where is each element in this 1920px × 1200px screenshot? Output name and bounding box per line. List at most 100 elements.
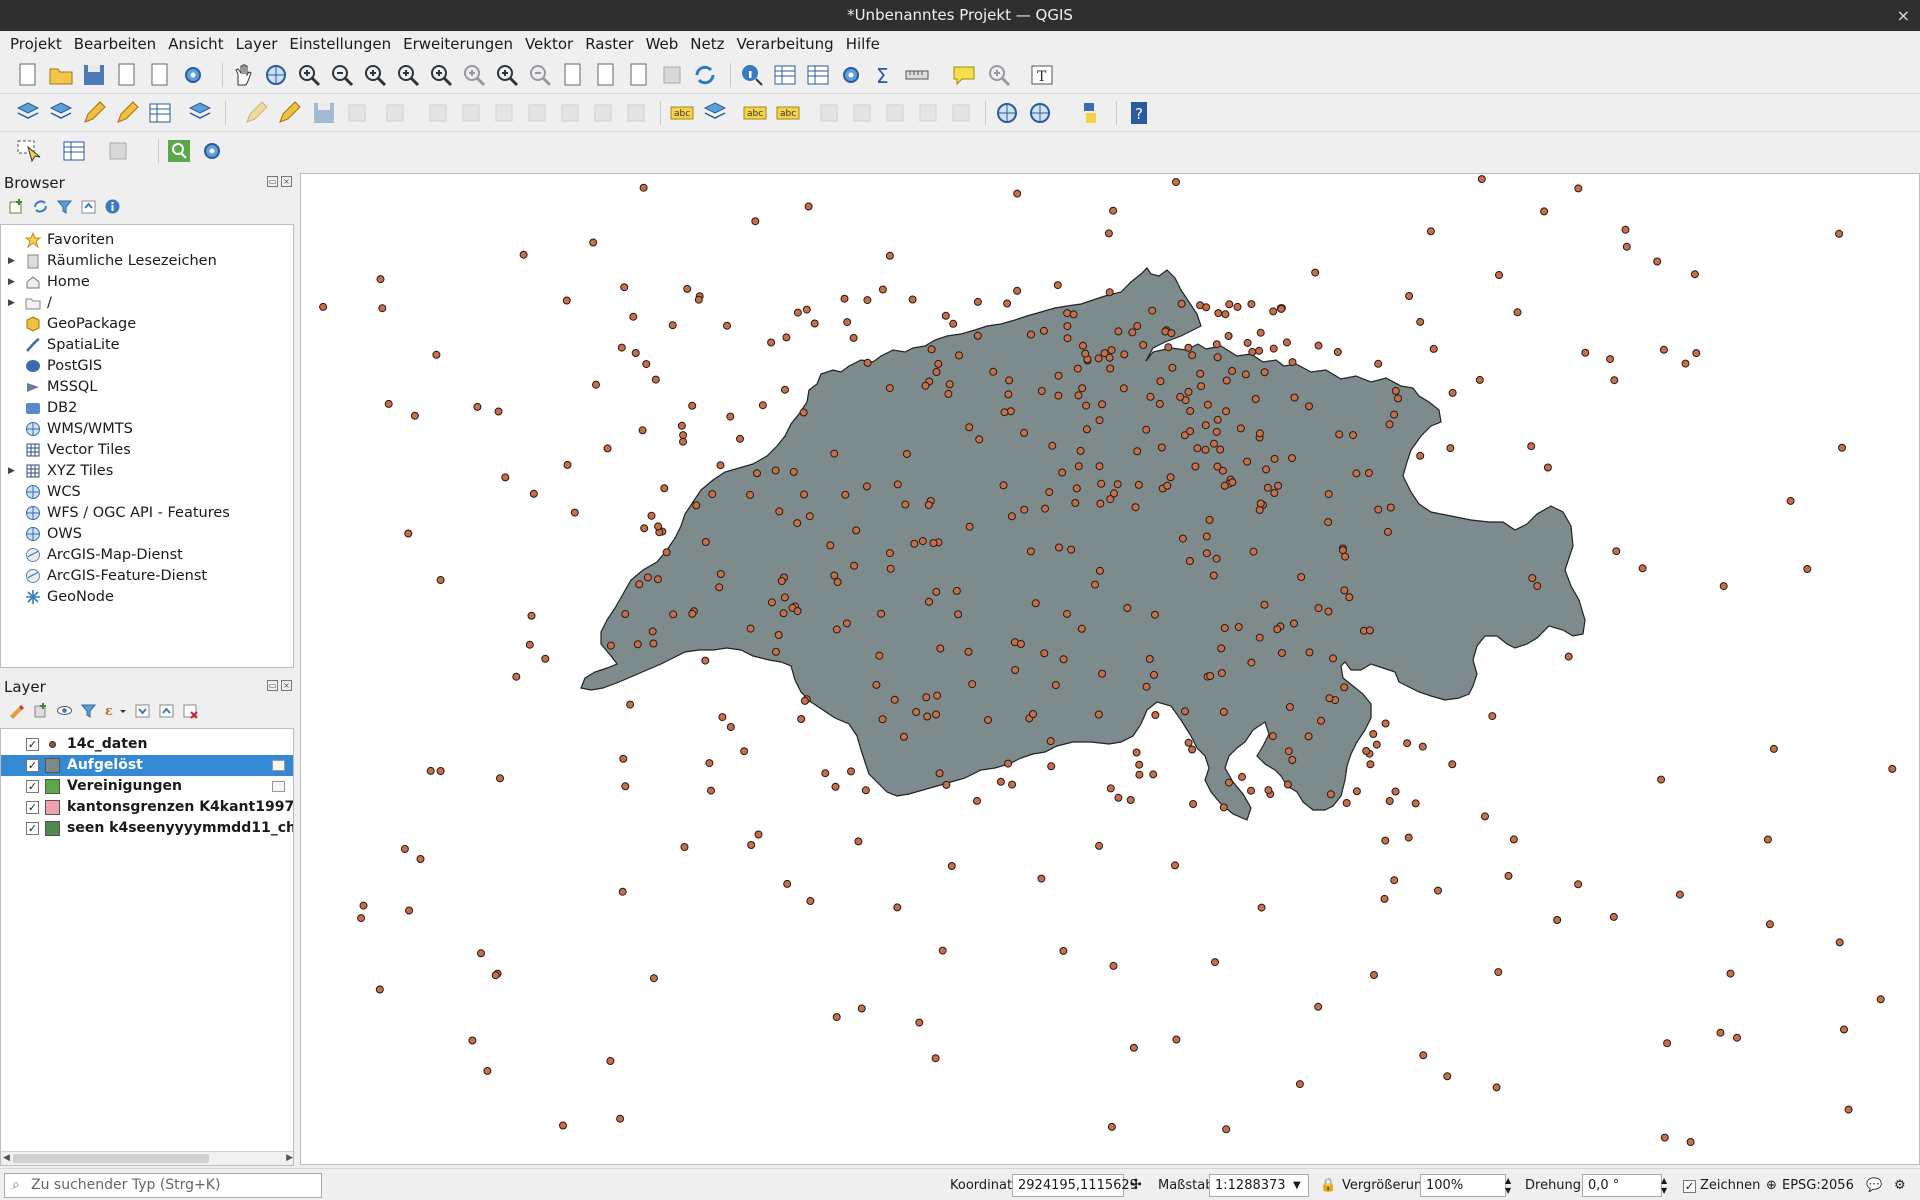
zoom-out-icon[interactable] bbox=[328, 61, 356, 89]
pin-labels-icon[interactable] bbox=[815, 99, 843, 127]
toggle-editing-icon[interactable] bbox=[275, 99, 303, 127]
log-icon[interactable]: ⚙ bbox=[1894, 1175, 1906, 1196]
zoom-native-icon[interactable] bbox=[460, 61, 488, 89]
zoom-to-layer-icon[interactable] bbox=[427, 61, 455, 89]
browser-item[interactable]: Vector Tiles bbox=[1, 439, 293, 460]
zoom-next-icon[interactable] bbox=[526, 61, 554, 89]
open-project-icon[interactable] bbox=[47, 61, 75, 89]
layer-item[interactable]: ✓ 14c_daten bbox=[1, 734, 293, 755]
properties-info-icon[interactable] bbox=[104, 198, 121, 215]
render-checkbox[interactable]: ✓ bbox=[1683, 1180, 1696, 1193]
remove-layer-icon[interactable] bbox=[182, 702, 199, 719]
select-by-value-icon[interactable] bbox=[60, 137, 88, 165]
crs-globe-icon[interactable]: ⊕ bbox=[1766, 1175, 1777, 1196]
move-label-icon[interactable] bbox=[881, 99, 909, 127]
metasearch-add-icon[interactable] bbox=[1026, 99, 1054, 127]
collapse-all-icon[interactable] bbox=[158, 702, 175, 719]
processing-toolbox-icon[interactable] bbox=[837, 61, 865, 89]
undo-icon[interactable] bbox=[589, 99, 617, 127]
python-console-icon[interactable] bbox=[1076, 99, 1104, 127]
browser-item[interactable]: ▶ Home bbox=[1, 271, 293, 292]
map-svg[interactable] bbox=[301, 174, 1920, 1165]
delete-selected-icon[interactable] bbox=[457, 99, 485, 127]
browser-item[interactable]: GeoNode bbox=[1, 586, 293, 607]
style-panel-icon[interactable] bbox=[8, 702, 25, 719]
identify-features-icon[interactable] bbox=[738, 61, 766, 89]
layer-visibility-checkbox[interactable]: ✓ bbox=[26, 822, 39, 835]
float-panel-icon[interactable]: ▭ bbox=[267, 176, 278, 187]
add-group-icon[interactable] bbox=[32, 702, 49, 719]
deselect-features-icon[interactable] bbox=[104, 137, 132, 165]
menu-4[interactable]: Layer bbox=[230, 35, 284, 53]
menu-10[interactable]: Netz bbox=[684, 35, 730, 53]
layout-manager-icon[interactable] bbox=[146, 61, 174, 89]
spin-arrows-icon[interactable]: ▲ ▼ bbox=[1505, 1176, 1511, 1197]
add-feature-icon[interactable] bbox=[343, 99, 371, 127]
magnifier-spinbox[interactable]: 100% bbox=[1420, 1174, 1506, 1197]
temporary-layer-indicator-icon[interactable] bbox=[272, 760, 285, 771]
style-manager-icon[interactable] bbox=[179, 61, 207, 89]
measure-line-icon[interactable] bbox=[903, 61, 931, 89]
menu-2[interactable]: Bearbeiten bbox=[68, 35, 162, 53]
layer-item[interactable]: ✓ seen k4seenyyyymmdd11_ch2007 bbox=[1, 818, 293, 839]
coordinate-field[interactable]: 2924195,1115629 bbox=[1012, 1174, 1138, 1197]
menu-9[interactable]: Web bbox=[640, 35, 685, 53]
close-panel-icon[interactable]: × bbox=[281, 176, 292, 187]
filter-expression-icon[interactable]: ε bbox=[104, 702, 126, 719]
browser-item[interactable]: SpatiaLite bbox=[1, 334, 293, 355]
menu-5[interactable]: Einstellungen bbox=[283, 35, 397, 53]
temporal-controller-icon[interactable] bbox=[658, 61, 686, 89]
expand-arrow-icon[interactable]: ▶ bbox=[8, 256, 15, 266]
pan-map-icon[interactable] bbox=[229, 61, 257, 89]
browser-item[interactable]: MSSQL bbox=[1, 376, 293, 397]
browser-item[interactable]: GeoPackage bbox=[1, 313, 293, 334]
new-geopackage-layer-icon[interactable] bbox=[47, 99, 75, 127]
layer-item[interactable]: ✓ Vereinigungen bbox=[1, 776, 293, 797]
map-canvas[interactable] bbox=[300, 173, 1920, 1165]
browser-item[interactable]: PostGIS bbox=[1, 355, 293, 376]
temporary-layer-indicator-icon[interactable] bbox=[272, 781, 285, 792]
menu-7[interactable]: Vektor bbox=[519, 35, 579, 53]
browser-item[interactable]: ▶ XYZ Tiles bbox=[1, 460, 293, 481]
label-tool-icon[interactable]: abc bbox=[774, 99, 802, 127]
messages-icon[interactable]: 💬 bbox=[1866, 1175, 1882, 1196]
layer-visibility-checkbox[interactable]: ✓ bbox=[26, 759, 39, 772]
zoom-last-icon[interactable] bbox=[493, 61, 521, 89]
menu-11[interactable]: Verarbeitung bbox=[731, 35, 840, 53]
browser-item[interactable]: ▶ Räumliche Lesezeichen bbox=[1, 250, 293, 271]
refresh-icon[interactable] bbox=[32, 198, 49, 215]
text-annotation-icon[interactable]: T bbox=[1028, 61, 1056, 89]
zoom-in-icon[interactable] bbox=[295, 61, 323, 89]
browser-item[interactable]: WCS bbox=[1, 481, 293, 502]
redo-icon[interactable] bbox=[622, 99, 650, 127]
metasearch-icon[interactable] bbox=[993, 99, 1021, 127]
save-project-icon[interactable] bbox=[80, 61, 108, 89]
browser-item[interactable]: ▶ / bbox=[1, 292, 293, 313]
zoom-to-selection-icon[interactable] bbox=[394, 61, 422, 89]
locator-filter-icon[interactable] bbox=[165, 137, 193, 165]
select-features-icon[interactable] bbox=[14, 137, 42, 165]
menu-12[interactable]: Hilfe bbox=[840, 35, 886, 53]
layer-diagram-options-icon[interactable] bbox=[701, 99, 729, 127]
expand-arrow-icon[interactable]: ▶ bbox=[8, 277, 15, 287]
open-attribute-table-icon[interactable] bbox=[771, 61, 799, 89]
vertex-tool-icon[interactable] bbox=[381, 99, 409, 127]
layer-item[interactable]: ✓ kantonsgrenzen K4kant19970101 bbox=[1, 797, 293, 818]
layer-visibility-checkbox[interactable]: ✓ bbox=[26, 738, 39, 751]
lock-icon[interactable]: 🔒 bbox=[1320, 1175, 1336, 1196]
menu-1[interactable]: Projekt bbox=[4, 35, 68, 53]
coordinate-toggle-icon[interactable]: ✣ bbox=[1130, 1175, 1142, 1196]
refresh-icon[interactable] bbox=[691, 61, 719, 89]
browser-item[interactable]: ArcGIS-Feature-Dienst bbox=[1, 565, 293, 586]
browser-item[interactable]: DB2 bbox=[1, 397, 293, 418]
expand-arrow-icon[interactable]: ▶ bbox=[8, 466, 15, 476]
new-project-icon[interactable] bbox=[14, 61, 42, 89]
layer-item[interactable]: ✓ Aufgelöst bbox=[1, 755, 293, 776]
statistical-summary-icon[interactable]: Σ bbox=[870, 61, 898, 89]
change-label-icon[interactable] bbox=[947, 99, 975, 127]
pan-to-selection-icon[interactable] bbox=[262, 61, 290, 89]
browser-item[interactable]: Favoriten bbox=[1, 229, 293, 250]
browser-item[interactable]: ArcGIS-Map-Dienst bbox=[1, 544, 293, 565]
new-map-view-icon[interactable] bbox=[559, 61, 587, 89]
layer-visibility-checkbox[interactable]: ✓ bbox=[26, 780, 39, 793]
